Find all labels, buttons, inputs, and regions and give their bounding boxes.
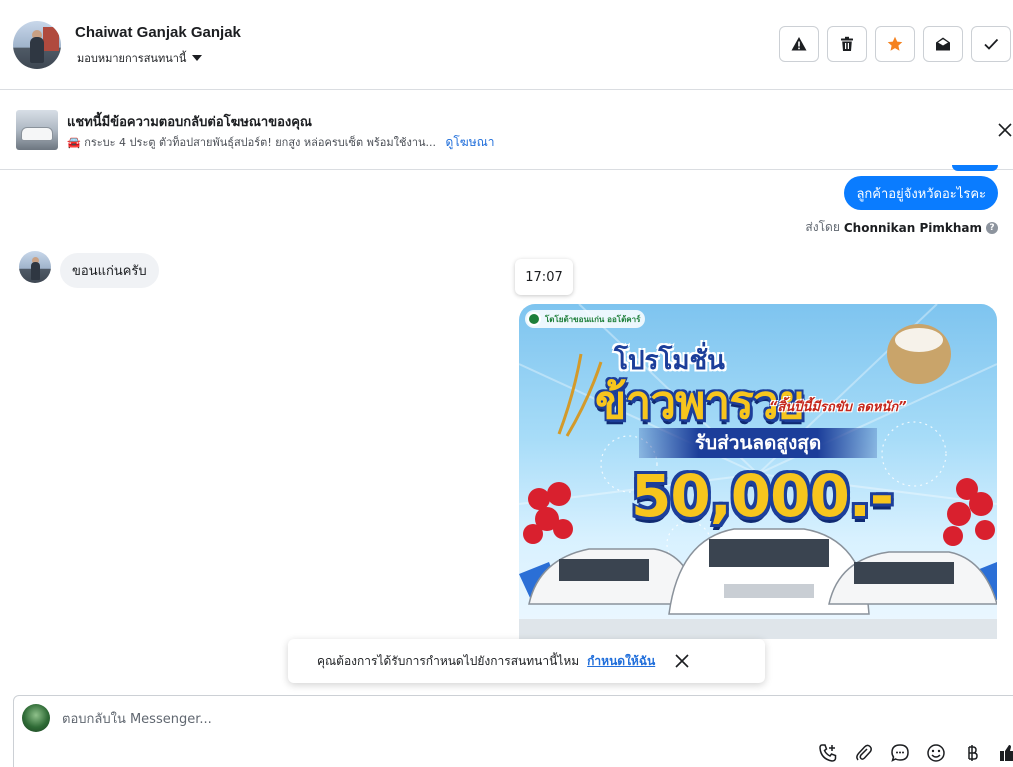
ad-banner-text: 🚘 กระบะ 4 ประตู ตัวท็อปสายพันธุ์สปอร์ต! … [67,136,437,149]
paperclip-icon [856,744,872,761]
smiley-icon [927,744,945,762]
promo-logo-text: โตโยต้าขอนแก่น ออโต้คาร์ [545,314,641,324]
mark-done-button[interactable] [971,26,1011,62]
sent-by-label: ส่งโดย Chonnikan Pimkham ? [805,218,998,237]
avatar-background [43,27,59,51]
avatar-figure [30,37,44,63]
header-actions [779,26,1011,62]
warning-icon [791,37,807,51]
like-button[interactable] [997,742,1013,764]
saved-replies-button[interactable] [889,742,911,764]
incoming-message[interactable]: ขอนแก่นครับ [60,253,159,288]
car-thumbnail-shape [21,127,53,141]
chat-bubble-icon [891,744,909,762]
attach-button[interactable] [853,742,875,764]
reminder-text: คุณต้องการได้รับการกำหนดไปยังการสนทนานี้… [317,653,580,668]
assign-dropdown[interactable]: มอบหมายการสนทนานี้ [77,49,203,67]
message-timestamp: 17:07 [515,259,573,295]
promo-image-attachment[interactable]: โตโยต้าขอนแก่น ออโต้คาร์ โปรโมชั่น ข้าวพ… [519,304,997,639]
thumbs-up-icon [1000,745,1013,761]
promo-banner: รับส่วนลดสูงสุด [639,428,877,458]
sender-name: Chonnikan Pimkham [843,220,982,235]
page-avatar [22,704,50,732]
close-icon[interactable] [675,654,689,668]
assign-to-me-link[interactable]: กำหนดให้ฉัน [587,652,655,671]
contact-name[interactable]: Chaiwat Ganjak Ganjak [75,24,241,41]
baht-icon [968,745,978,761]
star-icon [887,36,903,51]
emoji-button[interactable] [925,742,947,764]
conversation-view: Chaiwat Ganjak Ganjak มอบหมายการสนทนานี้ [0,0,1013,767]
previous-outgoing-bubble [952,165,998,171]
help-icon[interactable]: ? [986,221,998,234]
contact-avatar-small[interactable] [19,251,51,283]
envelope-open-icon [936,37,950,51]
close-icon[interactable] [997,121,1013,139]
assign-reminder-toast: คุณต้องการได้รับการกำหนดไปยังการสนทนานี้… [288,639,765,683]
phone-add-icon [819,744,837,762]
call-button[interactable] [817,742,839,764]
delete-button[interactable] [827,26,867,62]
payment-button[interactable] [961,742,983,764]
outgoing-message[interactable]: ลูกค้าอยู่จังหวัดอะไรคะ [844,176,998,210]
composer-tools [817,742,1013,764]
check-icon [984,38,999,50]
trash-icon [841,36,853,51]
report-spam-button[interactable] [779,26,819,62]
assign-label: มอบหมายการสนทนานี้ [77,52,187,65]
caret-down-icon [192,55,203,61]
mark-unread-button[interactable] [923,26,963,62]
reply-input[interactable] [62,709,762,729]
avatar-figure [31,262,40,280]
conversation-header: Chaiwat Ganjak Ganjak มอบหมายการสนทนานี้ [0,0,1013,90]
sent-by-prefix: ส่งโดย [805,220,840,234]
ad-thumbnail[interactable] [16,110,58,150]
promo-amount: 50,000.- [631,462,894,530]
view-ad-link[interactable]: ดูโฆษณา [446,135,495,149]
promo-logo: โตโยต้าขอนแก่น ออโต้คาร์ [525,310,645,328]
star-button[interactable] [875,26,915,62]
contact-avatar[interactable] [13,21,61,69]
ad-banner-title: แชทนี้มีข้อความตอบกลับต่อโฆษณาของคุณ [67,115,312,130]
logo-mark-icon [527,312,541,326]
promo-tagline: “สิ้นปีนี้มีรถขับ ลดหนัก” [769,400,907,415]
ad-banner-text-row: 🚘 กระบะ 4 ประตู ตัวท็อปสายพันธุ์สปอร์ต! … [67,133,494,152]
